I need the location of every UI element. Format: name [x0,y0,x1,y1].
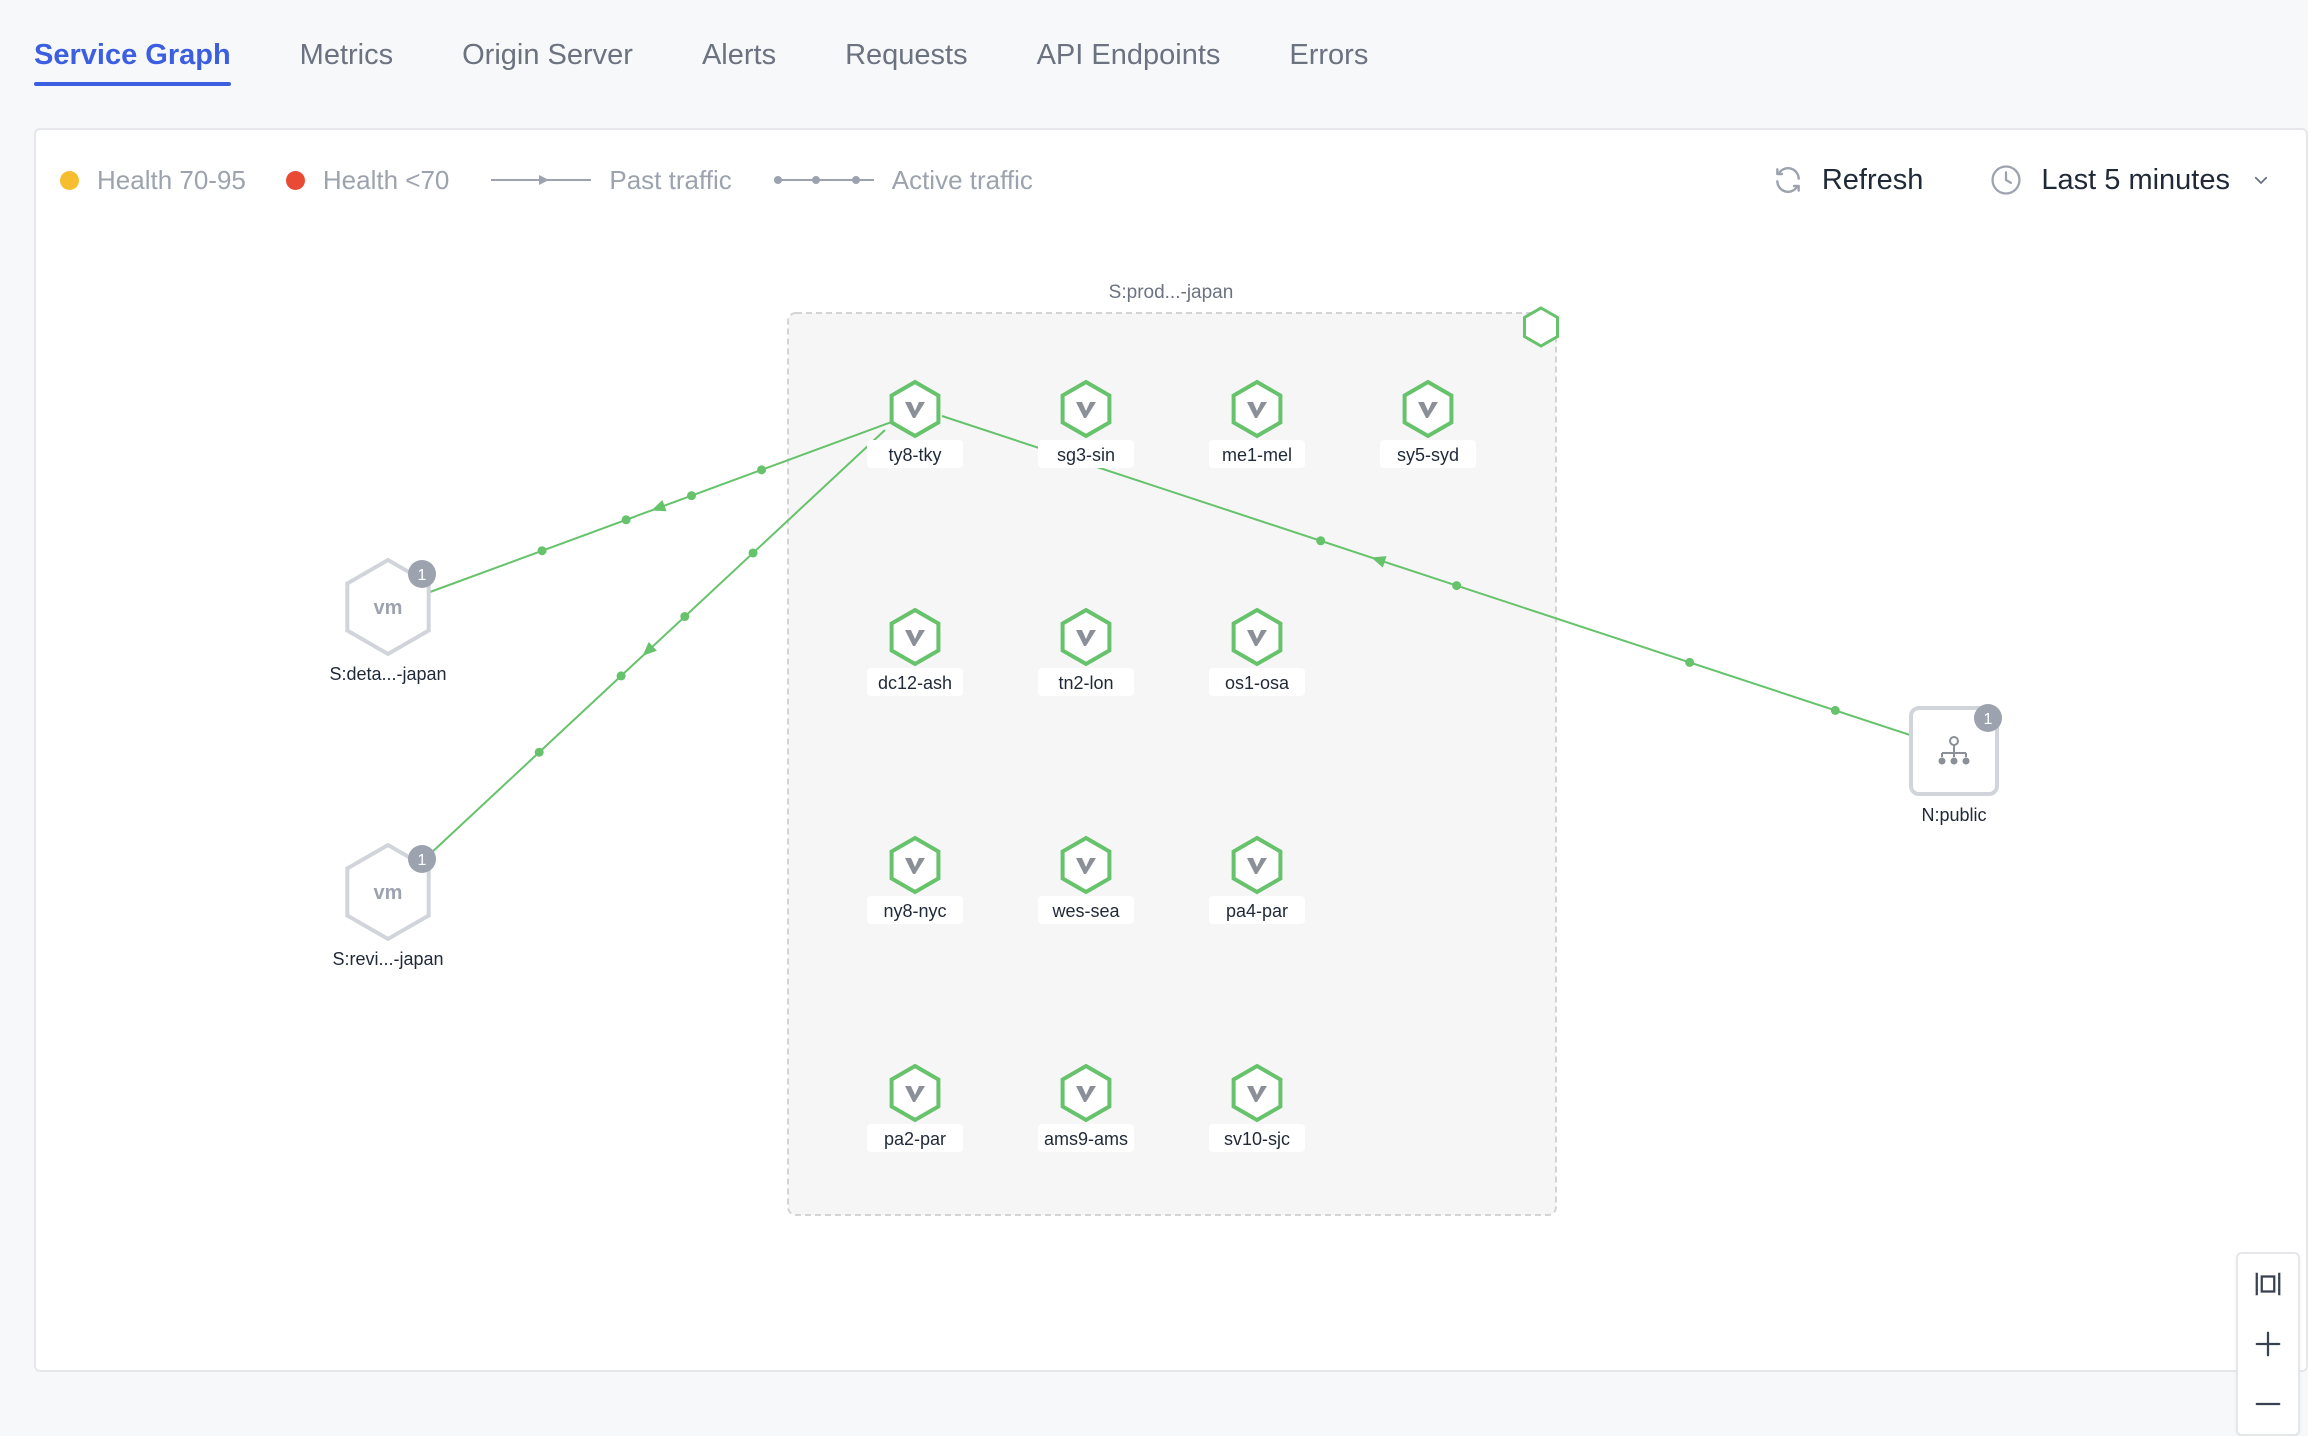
vm-node[interactable]: vm 1 S:deta...-japan [329,557,447,684]
site-label: pa2-par [884,1129,946,1149]
edge-arrow-icon [651,500,667,512]
icon-part [1938,757,1946,765]
zoom-in-button[interactable] [2238,1314,2298,1374]
tab-api-endpoints[interactable]: API Endpoints [1037,39,1221,90]
edge-dot [757,465,767,475]
network-node-public[interactable]: 1 N:public [1909,704,2002,825]
site-label: wes-sea [1051,901,1120,921]
tab-bar: Service Graph Metrics Origin Server Aler… [34,0,1437,90]
site-hexagon-icon [1231,607,1283,667]
edge-dot [621,515,631,525]
site-hexagon-icon [1402,379,1454,439]
site-label: sv10-sjc [1224,1129,1290,1149]
count-badge-text: 1 [418,852,427,869]
site-hexagon-icon [1060,607,1112,667]
fit-view-icon [2255,1272,2281,1296]
plus-icon [2255,1331,2281,1357]
site-label: tn2-lon [1058,673,1113,693]
edge-dot [687,491,697,501]
edge-dot [748,548,758,558]
network-node-label: N:public [1921,805,1986,825]
fit-view-button[interactable] [2238,1254,2298,1314]
edge-dot [1452,581,1462,591]
service-group-label: S:prod...-japan [1109,282,1234,303]
zoom-controls [2236,1252,2300,1436]
tab-origin-server[interactable]: Origin Server [462,39,633,90]
edge-dot [1685,657,1695,667]
vm-node-label: S:revi...-japan [332,949,443,969]
tab-alerts[interactable]: Alerts [702,39,776,90]
service-graph-canvas: S:prod...-japan ty8-tky sg3-sin me1-mel sy5-… [329,282,2002,1216]
site-hexagon-icon [1060,1063,1112,1123]
zoom-out-button[interactable] [2238,1374,2298,1434]
site-label: pa4-par [1226,901,1288,921]
count-badge-text: 1 [418,567,427,584]
site-hexagon-icon [889,835,941,895]
icon-part [1950,757,1958,765]
site-label: ny8-nyc [883,901,946,921]
count-badge-text: 1 [1984,711,1993,728]
site-label: ams9-ams [1044,1129,1128,1149]
vm-icon-text: vm [374,882,403,904]
site-hexagon-icon [1060,835,1112,895]
group-hexagon-icon[interactable] [1523,306,1559,348]
site-label: sy5-syd [1397,445,1459,465]
edge-dot [1316,536,1326,546]
edge-dot [616,671,626,681]
site-hexagon-icon [889,607,941,667]
site-hexagon-icon [889,379,941,439]
tab-metrics[interactable]: Metrics [300,39,393,90]
site-label: sg3-sin [1057,445,1115,465]
edge-dot [537,546,547,556]
icon-part [1962,757,1970,765]
tab-requests[interactable]: Requests [845,39,968,90]
minus-icon [2255,1402,2281,1406]
edge-dot [534,747,544,757]
vm-node[interactable]: vm 1 S:revi...-japan [332,842,444,969]
vm-icon-text: vm [374,597,403,619]
site-hexagon-icon [1231,835,1283,895]
site-hexagon-icon [889,1063,941,1123]
site-label: dc12-ash [878,673,952,693]
service-graph-panel: Health 70-95 Health <70 Past traffic Act… [34,128,2308,1436]
edge-dot [680,612,690,622]
edge-dot [1830,705,1840,715]
site-hexagon-icon [1060,379,1112,439]
site-hexagon-icon [1231,1063,1283,1123]
tab-errors[interactable]: Errors [1289,39,1368,90]
site-label: os1-osa [1225,673,1290,693]
site-label: ty8-tky [888,445,941,465]
site-hexagon-icon [1231,379,1283,439]
site-label: me1-mel [1222,445,1292,465]
vm-node-label: S:deta...-japan [329,664,446,684]
tab-service-graph[interactable]: Service Graph [34,39,231,90]
